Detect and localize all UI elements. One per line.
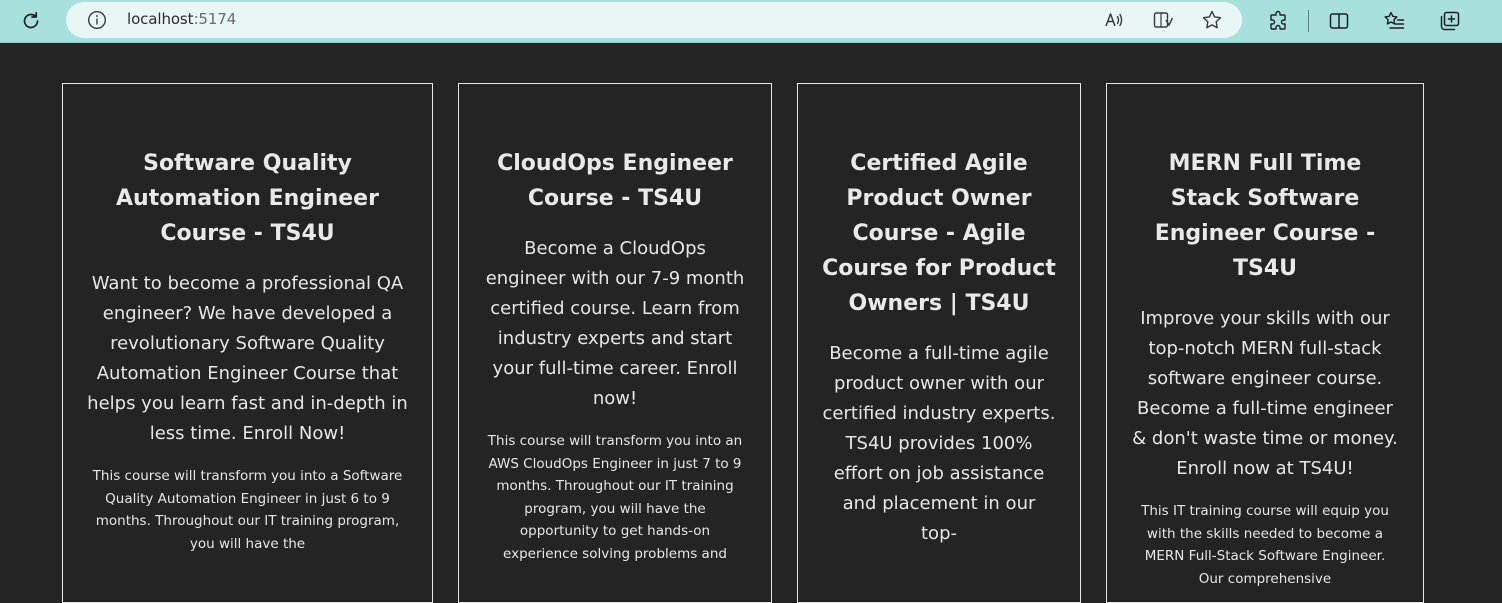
browser-toolbar: localhost:5174 — [0, 0, 1502, 43]
site-info-icon[interactable] — [86, 9, 108, 31]
reload-icon[interactable] — [18, 8, 44, 34]
favorite-star-icon[interactable] — [1199, 7, 1225, 33]
course-lead: Improve your skills with our top-notch M… — [1132, 308, 1398, 479]
read-aloud-icon[interactable] — [1101, 7, 1127, 33]
url-port: :5174 — [193, 10, 237, 28]
course-title: CloudOps Engineer Course - TS4U — [497, 151, 733, 211]
extensions-icon[interactable] — [1264, 6, 1294, 36]
course-card-cloudops: CloudOps Engineer Course - TS4U Become a… — [458, 83, 772, 603]
course-card-sqa: Software Quality Automation Engineer Cou… — [62, 83, 433, 603]
course-card-mern: MERN Full Time Stack Software Engineer C… — [1106, 83, 1424, 603]
course-title: Certified Agile Product Owner Course - A… — [822, 151, 1056, 316]
course-description: This IT training course will equip you w… — [1141, 503, 1389, 587]
course-lead: Become a CloudOps engineer with our 7-9 … — [485, 238, 745, 409]
course-description: This course will transform you into an A… — [487, 433, 743, 562]
split-screen-icon[interactable] — [1324, 6, 1354, 36]
course-title: MERN Full Time Stack Software Engineer C… — [1154, 151, 1376, 281]
favorites-list-icon[interactable] — [1380, 6, 1410, 36]
course-lead: Want to become a professional QA enginee… — [87, 273, 408, 444]
url-text[interactable]: localhost:5174 — [127, 10, 236, 28]
course-card-agile-po: Certified Agile Product Owner Course - A… — [797, 83, 1081, 603]
collections-icon[interactable] — [1435, 6, 1465, 36]
course-description: This course will transform you into a So… — [92, 468, 403, 552]
course-lead: Become a full-time agile product owner w… — [822, 343, 1056, 544]
course-title: Software Quality Automation Engineer Cou… — [116, 151, 379, 246]
address-bar[interactable]: localhost:5174 — [66, 2, 1242, 38]
toolbar-divider — [1308, 10, 1309, 32]
url-host: localhost — [127, 10, 194, 28]
immersive-reader-icon[interactable] — [1150, 7, 1176, 33]
